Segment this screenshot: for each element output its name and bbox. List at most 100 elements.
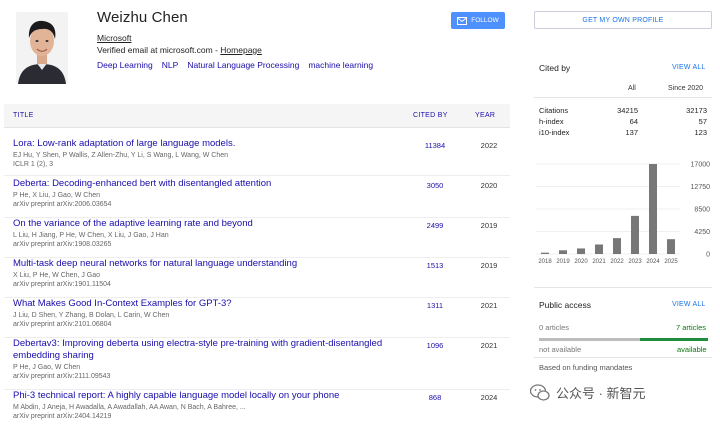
interest-natural-language-processing[interactable]: Natural Language Processing [187, 60, 299, 70]
sort-by-year[interactable]: YEAR [475, 112, 495, 119]
pub-cited-link[interactable]: 3050 [417, 181, 453, 190]
pub-cited-link[interactable]: 868 [417, 393, 453, 402]
x-tick-label: 2021 [592, 259, 606, 265]
public-access-view-all-link[interactable]: VIEW ALL [672, 301, 706, 308]
chart-bar-2022[interactable] [613, 238, 621, 254]
pub-year: 2019 [480, 261, 498, 270]
pub-venue: ICLR 1 (2), 3 [13, 161, 54, 168]
pub-venue: arXiv preprint arXiv:2101.06804 [13, 321, 112, 328]
follow-label: FOLLOW [471, 17, 499, 24]
table-row: Multi-task deep neural networks for natu… [4, 258, 510, 298]
pub-venue: arXiv preprint arXiv:2404.14219 [13, 413, 112, 420]
pub-cited-link[interactable]: 1311 [417, 301, 453, 310]
pub-year: 2021 [480, 301, 498, 310]
pub-venue: arXiv preprint arXiv:2111.09543 [13, 373, 111, 380]
pub-year: 2021 [480, 341, 498, 350]
public-access-heading: Public access [539, 300, 591, 310]
stat-all-value: 64 [629, 117, 638, 126]
follow-button[interactable]: FOLLOW [451, 12, 505, 29]
col-since-header: Since 2020 [668, 85, 704, 92]
profile-photo [16, 12, 68, 84]
pub-authors: J Liu, D Shen, Y Zhang, B Dolan, L Carin… [13, 312, 170, 319]
unavailable-bar [539, 338, 640, 341]
pub-title-link[interactable]: On the variance of the adaptive learning… [13, 218, 393, 230]
chart-bar-2025[interactable] [667, 239, 675, 254]
table-row: Lora: Low-rank adaptation of large langu… [4, 138, 510, 176]
affiliation-link[interactable]: Microsoft [97, 33, 131, 43]
pub-cited-link[interactable]: 1513 [417, 261, 453, 270]
pub-authors: P He, J Gao, W Chen [13, 364, 81, 371]
pub-cited-link[interactable]: 1096 [417, 341, 453, 350]
x-tick-label: 2018 [538, 259, 552, 265]
available-bar [640, 338, 708, 341]
cited-by-heading: Cited by [539, 63, 571, 73]
stat-since-value: 32173 [686, 106, 707, 115]
research-interests: Deep Learning NLP Natural Language Proce… [97, 60, 373, 70]
unavailable-count: 0 articles [539, 323, 570, 332]
pub-year: 2019 [480, 221, 498, 230]
table-row: Phi-3 technical report: A highly capable… [4, 390, 510, 424]
stats-divider [534, 97, 712, 98]
section-divider [534, 287, 712, 288]
cited-by-view-all-link[interactable]: VIEW ALL [672, 64, 706, 71]
stat-label: h-index [539, 117, 564, 126]
pub-title-link[interactable]: What Makes Good In-Context Examples for … [13, 298, 393, 310]
y-tick-label: 8500 [694, 207, 710, 214]
section-divider [534, 357, 712, 358]
stat-all-value: 34215 [617, 106, 638, 115]
y-tick-label: 12750 [691, 184, 711, 191]
pub-year: 2024 [480, 393, 498, 402]
sort-by-cited[interactable]: CITED BY [413, 112, 448, 119]
profile-name: Weizhu Chen [97, 9, 188, 26]
watermark-text: 公众号 · 新智元 [556, 386, 646, 401]
available-label: available [677, 345, 707, 354]
available-count: 7 articles [676, 323, 707, 332]
y-tick-label: 4250 [694, 229, 710, 236]
interest-nlp[interactable]: NLP [162, 60, 179, 70]
stat-all-value: 137 [625, 128, 638, 137]
pub-year: 2020 [480, 181, 498, 190]
pub-title-link[interactable]: Debertav3: Improving deberta using elect… [13, 338, 393, 361]
stat-since-value: 123 [694, 128, 707, 137]
chart-bar-2021[interactable] [595, 244, 603, 254]
table-row: On the variance of the adaptive learning… [4, 218, 510, 258]
sort-by-title[interactable]: TITLE [13, 112, 34, 119]
pub-authors: P He, X Liu, J Gao, W Chen [13, 192, 101, 199]
pub-authors: M Abdin, J Aneja, H Awadalla, A Awadalla… [13, 404, 246, 411]
pub-title-link[interactable]: Deberta: Decoding-enhanced bert with dis… [13, 178, 393, 190]
stat-since-value: 57 [698, 117, 707, 126]
x-tick-label: 2019 [556, 259, 570, 265]
verified-email-text: Verified email at microsoft.com - [97, 45, 221, 55]
pub-year: 2022 [480, 141, 498, 150]
pub-venue: arXiv preprint arXiv:1901.11504 [13, 281, 111, 288]
pub-authors: EJ Hu, Y Shen, P Wallis, Z Allen-Zhu, Y … [13, 152, 229, 159]
watermark: 公众号 · 新智元 [530, 383, 646, 402]
x-tick-label: 2020 [574, 259, 588, 265]
pub-title-link[interactable]: Multi-task deep neural networks for natu… [13, 258, 408, 270]
chart-bar-2019[interactable] [559, 250, 567, 254]
x-tick-label: 2025 [664, 259, 678, 265]
table-row: Deberta: Decoding-enhanced bert with dis… [4, 178, 510, 218]
chart-bar-2023[interactable] [631, 215, 639, 254]
pub-title-link[interactable]: Lora: Low-rank adaptation of large langu… [13, 138, 393, 150]
pub-cited-link[interactable]: 2499 [417, 221, 453, 230]
pub-authors: L Liu, H Jiang, P He, W Chen, X Liu, J G… [13, 232, 169, 239]
pub-venue: arXiv preprint arXiv:2006.03654 [13, 201, 112, 208]
pub-cited-link[interactable]: 11384 [417, 141, 453, 150]
table-row: What Makes Good In-Context Examples for … [4, 298, 510, 338]
y-tick-label: 17000 [691, 162, 711, 169]
x-tick-label: 2023 [628, 259, 642, 265]
x-tick-label: 2022 [610, 259, 624, 265]
pub-title-link[interactable]: Phi-3 technical report: A highly capable… [13, 390, 413, 402]
x-tick-label: 2024 [646, 259, 660, 265]
chart-bar-2020[interactable] [577, 248, 585, 254]
interest-machine-learning[interactable]: machine learning [308, 60, 373, 70]
y-tick-label: 0 [706, 252, 710, 259]
chart-bar-2024[interactable] [649, 164, 657, 254]
interest-deep-learning[interactable]: Deep Learning [97, 60, 153, 70]
chart-bar-2018[interactable] [541, 252, 549, 254]
homepage-link[interactable]: Homepage [220, 45, 262, 55]
get-my-own-profile-button[interactable]: GET MY OWN PROFILE [534, 11, 712, 29]
table-row: Debertav3: Improving deberta using elect… [4, 338, 510, 390]
verified-email: Verified email at microsoft.com - Homepa… [97, 45, 262, 55]
